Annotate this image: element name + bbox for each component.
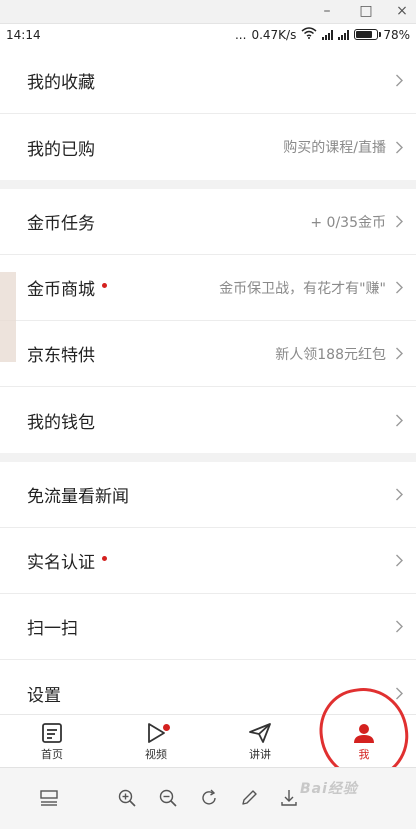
status-time: 14:14 [6, 28, 41, 42]
network-speed: 0.47K/s [251, 27, 297, 42]
menu-item[interactable]: 我的已购 购买的课程/直播 [0, 114, 416, 180]
tab-jiangjiang[interactable]: 讲讲 [208, 715, 312, 767]
viewer-toolbar [0, 767, 416, 829]
battery-icon [354, 29, 382, 40]
watermark: Bai经验 [300, 781, 358, 797]
chevron-right-icon [392, 140, 406, 154]
tab-me[interactable]: 我 [312, 715, 416, 767]
menu-item[interactable]: 金币任务 + 0/35金币 [0, 189, 416, 255]
menu-item[interactable]: 京东特供 新人领188元红包 [0, 321, 416, 387]
status-indicators: ... 0.47K/s 78% [235, 27, 410, 42]
menu-item[interactable]: 扫一扫 [0, 594, 416, 660]
tab-label: 首页 [41, 748, 63, 761]
notification-dot [102, 283, 107, 288]
chevron-right-icon [392, 74, 406, 88]
menu-item-label: 我的收藏 [27, 73, 95, 93]
tab-label: 讲讲 [249, 748, 271, 761]
menu-item-subtitle: 新人领188元红包 [275, 346, 386, 363]
menu-item-label: 京东特供 [27, 346, 95, 366]
tab-label: 视频 [145, 748, 167, 761]
edit-pencil-icon[interactable] [238, 787, 260, 809]
wifi-icon [301, 27, 317, 42]
rotate-icon[interactable] [198, 787, 220, 809]
tab-home[interactable]: 首页 [0, 715, 104, 767]
menu-item-label: 设置 [27, 685, 61, 706]
thumbnails-icon[interactable] [38, 787, 60, 809]
chevron-right-icon [392, 215, 406, 229]
home-icon [42, 723, 62, 743]
menu-item-subtitle: 购买的课程/直播 [283, 140, 386, 156]
user-icon [354, 724, 374, 743]
notification-dot [102, 556, 107, 561]
status-dots: ... [234, 27, 247, 42]
chevron-right-icon [392, 554, 406, 568]
tab-video[interactable]: 视频 [104, 715, 208, 767]
signal-icon [338, 29, 350, 40]
signal-icon [322, 29, 334, 40]
chevron-right-icon [392, 347, 406, 361]
status-bar: 14:14 ... 0.47K/s 78% [0, 24, 416, 48]
menu-group: 金币任务 + 0/35金币金币商城 金币保卫战，有花才有"赚" 京东特供 新人领188元… [0, 189, 416, 453]
menu-item-label: 金币商城 [27, 280, 95, 300]
maximize-button[interactable]: □ [355, 2, 377, 20]
menu-group: 免流量看新闻 实名认证扫一扫设置 [0, 462, 416, 726]
chevron-right-icon [392, 281, 406, 295]
menu-item-label: 扫一扫 [27, 619, 78, 639]
notification-dot [162, 723, 171, 732]
zoom-out-icon[interactable] [157, 787, 179, 809]
menu-item[interactable]: 我的钱包 [0, 387, 416, 453]
menu-item-label: 金币任务 [27, 214, 95, 234]
window-titlebar: – □ × [0, 0, 416, 24]
menu-item[interactable]: 免流量看新闻 [0, 462, 416, 528]
menu-item-subtitle: + 0/35金币 [310, 214, 386, 231]
chevron-right-icon [392, 686, 406, 700]
menu-item[interactable]: 实名认证 [0, 528, 416, 594]
zoom-in-icon[interactable] [116, 787, 138, 809]
menu-item-label: 我的钱包 [27, 412, 95, 433]
profile-menu: 我的收藏我的已购 购买的课程/直播 金币任务 + 0/35金币金币商城 金币保卫战，有… [0, 48, 416, 726]
chevron-right-icon [392, 620, 406, 634]
blurred-edge [0, 272, 16, 362]
menu-item-label: 实名认证 [27, 553, 95, 573]
minimize-button[interactable]: – [316, 2, 338, 20]
menu-item-label: 我的已购 [27, 139, 95, 160]
chevron-right-icon [392, 413, 406, 427]
menu-item[interactable]: 我的收藏 [0, 48, 416, 114]
battery-level [356, 31, 372, 38]
battery-percent: 78% [383, 27, 410, 42]
chevron-right-icon [392, 488, 406, 502]
close-button[interactable]: × [391, 2, 413, 20]
tab-bar: 首页 视频 讲讲 我 [0, 714, 416, 767]
menu-item[interactable]: 金币商城 金币保卫战，有花才有"赚" [0, 255, 416, 321]
divider [0, 180, 416, 189]
paper-plane-icon [249, 723, 271, 743]
divider [0, 453, 416, 462]
download-icon[interactable] [278, 787, 300, 809]
menu-group: 我的收藏我的已购 购买的课程/直播 [0, 48, 416, 180]
tab-label: 我 [358, 748, 370, 761]
menu-item-label: 免流量看新闻 [27, 487, 129, 507]
menu-item-subtitle: 金币保卫战，有花才有"赚" [219, 280, 386, 297]
